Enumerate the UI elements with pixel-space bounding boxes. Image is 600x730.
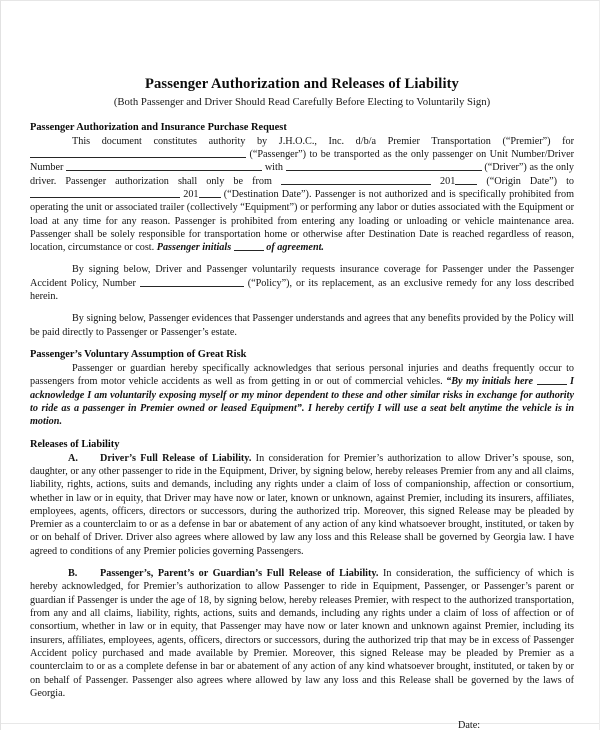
passenger-initials-prompt: Passenger initials bbox=[156, 242, 232, 254]
origin-year-blank[interactable] bbox=[455, 175, 478, 185]
destination-date-blank[interactable] bbox=[30, 189, 180, 198]
destination-year-blank[interactable] bbox=[198, 189, 221, 198]
passenger-initials-blank[interactable] bbox=[233, 242, 264, 252]
passenger-name-blank[interactable] bbox=[30, 149, 246, 158]
section-heading-releases: Releases of Liability bbox=[30, 438, 120, 450]
release-a-letter: A. bbox=[68, 452, 78, 464]
auth-text-a: This document constitutes authority by J… bbox=[72, 135, 574, 147]
page-title: Passenger Authorization and Releases of … bbox=[145, 76, 459, 92]
passenger-initials-suffix: of agreement. bbox=[266, 242, 324, 254]
release-b-text: In consideration, the sufficiency of whi… bbox=[30, 568, 574, 699]
section-heading-authorization: Passenger Authorization and Insurance Pu… bbox=[30, 121, 287, 133]
signature-row-driver: Driver Signature Driver’s Printed Name D… bbox=[30, 719, 574, 730]
origin-date-blank[interactable] bbox=[280, 175, 431, 185]
page-sheet: Passenger Authorization and Releases of … bbox=[1, 1, 599, 730]
section-heading-assumption-of-risk: Passenger’s Voluntary Assumption of Grea… bbox=[30, 349, 247, 360]
paragraph-release-b: B. Passenger’s, Parent’s or Guardian’s Fu… bbox=[30, 567, 574, 700]
document-content: Passenger Authorization and Releases of … bbox=[30, 75, 574, 730]
risk-initials-blank[interactable] bbox=[536, 376, 567, 386]
driver-number-blank[interactable] bbox=[285, 162, 482, 172]
auth-text-e: (“Origin Date”) to bbox=[486, 175, 575, 187]
release-a-title: Driver’s Full Release of Liability. bbox=[100, 452, 252, 464]
origin-year-prefix: 201 bbox=[440, 175, 456, 187]
risk-quote-a: “By my initials here bbox=[446, 376, 534, 388]
auth-text-c: with bbox=[264, 162, 283, 174]
paragraph-release-a: A. Driver’s Full Release of Liability. In… bbox=[30, 452, 574, 559]
signature-block: Driver Signature Driver’s Printed Name D… bbox=[30, 719, 574, 730]
release-b-letter: B. bbox=[68, 568, 78, 580]
release-b-title: Passenger’s, Parent’s or Guardian’s Full… bbox=[100, 568, 379, 580]
driver-date-label: Date: bbox=[458, 720, 481, 730]
paragraph-insurance-request: By signing below, Driver and Passenger v… bbox=[30, 263, 574, 303]
release-a-text: In consideration for Premier’s authoriza… bbox=[30, 452, 575, 557]
paragraph-authorization-main: This document constitutes authority by J… bbox=[30, 135, 574, 255]
destination-year-prefix: 201 bbox=[183, 188, 199, 200]
policy-number-blank[interactable] bbox=[139, 277, 244, 287]
unit-number-blank[interactable] bbox=[66, 162, 263, 172]
document-page: Passenger Authorization and Releases of … bbox=[0, 0, 600, 730]
page-subtitle: (Both Passenger and Driver Should Read C… bbox=[113, 96, 491, 109]
paragraph-benefits: By signing below, Passenger evidences th… bbox=[30, 313, 574, 338]
paragraph-assumption-of-risk: Passenger or guardian hereby specificall… bbox=[30, 362, 574, 429]
